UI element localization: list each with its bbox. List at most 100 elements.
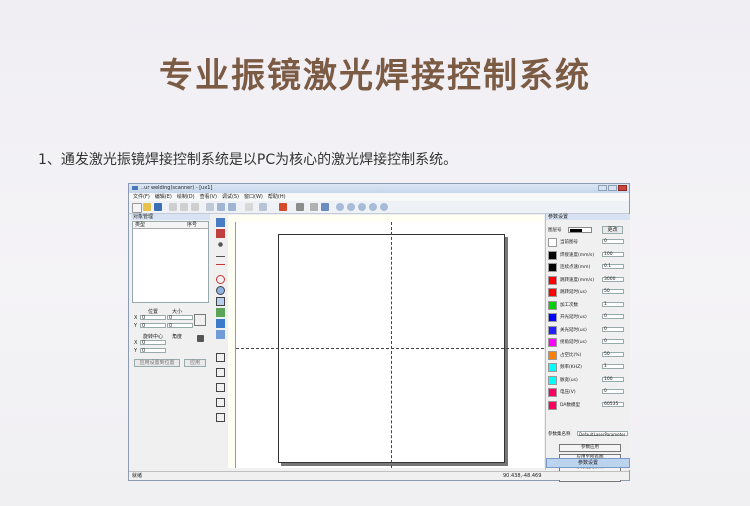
param-value-field[interactable]: 1 xyxy=(602,301,624,307)
param-value-field[interactable]: 0 xyxy=(602,314,624,319)
text-tool-icon[interactable] xyxy=(216,319,225,328)
param-color-swatch[interactable] xyxy=(548,263,557,272)
polyline-tool-icon[interactable] xyxy=(216,264,225,274)
layer-label: 图层号 xyxy=(548,228,562,233)
align-left-icon[interactable] xyxy=(216,353,225,362)
param-value-field[interactable]: 100 xyxy=(602,376,624,382)
layer-select[interactable] xyxy=(568,227,592,233)
menu-file[interactable]: 文件(F) xyxy=(133,193,150,201)
menu-debug[interactable]: 调试(S) xyxy=(222,193,239,201)
rotate-y-field[interactable]: 0 xyxy=(140,348,166,354)
param-apply-button[interactable]: 参数应用 xyxy=(559,444,621,452)
lock-icon[interactable] xyxy=(197,335,204,342)
export-icon[interactable] xyxy=(321,203,329,211)
tab-param-settings[interactable]: 参数设置 xyxy=(546,458,630,468)
param-color-swatch[interactable] xyxy=(548,400,557,410)
menu-bar: 文件(F) 编辑(E) 绘制(D) 查看(V) 调试(S) 窗口(W) 帮助(H… xyxy=(129,193,629,201)
param-value-field[interactable]: 1 xyxy=(602,364,624,369)
param-color-swatch[interactable] xyxy=(548,238,557,247)
param-label: 跳转速度(mm/s) xyxy=(560,277,595,283)
param-value-field[interactable]: 0 xyxy=(602,239,624,244)
zoom-select-icon[interactable] xyxy=(380,203,388,211)
anchor-grid-icon[interactable] xyxy=(194,314,206,326)
param-value-field[interactable]: 0 xyxy=(602,326,624,332)
align-center-icon[interactable] xyxy=(216,368,225,377)
camera-icon[interactable] xyxy=(296,203,304,211)
param-color-swatch[interactable] xyxy=(548,388,557,397)
param-value-field[interactable]: 50 xyxy=(602,289,624,294)
param-value-field[interactable]: 50 xyxy=(602,351,624,357)
change-button[interactable]: 更改 xyxy=(602,226,623,234)
delete-icon[interactable] xyxy=(206,203,214,211)
object-list[interactable]: 类型 序号 xyxy=(132,221,209,303)
app-icon xyxy=(132,186,138,190)
minimize-icon[interactable] xyxy=(598,185,607,191)
param-color-swatch[interactable] xyxy=(548,325,557,335)
param-value-field[interactable]: 0.1 xyxy=(602,264,624,269)
open-folder-icon[interactable] xyxy=(143,203,151,211)
param-value-field[interactable]: 60535 xyxy=(602,401,624,407)
select-tool-icon[interactable] xyxy=(216,218,225,227)
group-icon[interactable] xyxy=(216,413,225,422)
param-label: 频率(KHZ) xyxy=(560,365,582,370)
param-color-swatch[interactable] xyxy=(548,375,557,385)
save-icon[interactable] xyxy=(154,203,162,211)
zoom-fit-icon[interactable] xyxy=(358,203,366,211)
cursor-coords: 90.438,-48.469 xyxy=(503,473,542,479)
close-icon[interactable] xyxy=(618,185,627,191)
circle-tool-icon[interactable] xyxy=(216,275,225,284)
menu-help[interactable]: 帮助(H) xyxy=(268,193,286,201)
param-label: 连续点速(mm) xyxy=(560,265,591,270)
maximize-icon[interactable] xyxy=(608,185,617,191)
paste-icon[interactable] xyxy=(191,203,199,211)
zoom-out-icon[interactable] xyxy=(347,203,355,211)
param-color-swatch[interactable] xyxy=(548,288,557,297)
ellipse-tool-icon[interactable] xyxy=(216,286,225,295)
param-value-field[interactable]: 0 xyxy=(602,389,624,394)
param-color-swatch[interactable] xyxy=(548,275,557,285)
redo-icon[interactable] xyxy=(228,203,236,211)
rotate-x-field[interactable]: 0 xyxy=(140,340,166,346)
zoom-in-icon[interactable] xyxy=(336,203,344,211)
width-field[interactable]: 0 xyxy=(167,315,193,321)
image-icon[interactable] xyxy=(310,203,318,211)
zoom-all-icon[interactable] xyxy=(369,203,377,211)
param-value-field[interactable]: 0 xyxy=(602,339,624,344)
apply-to-position-button[interactable]: 应用设置到位置 xyxy=(134,359,180,367)
param-value-field[interactable]: 100 xyxy=(602,251,624,257)
param-color-swatch[interactable] xyxy=(548,363,557,372)
height-field[interactable]: 0 xyxy=(167,323,193,329)
menu-draw[interactable]: 绘制(D) xyxy=(177,193,195,201)
menu-edit[interactable]: 编辑(E) xyxy=(155,193,172,201)
param-name-field[interactable]: DefaultLaserParameter xyxy=(577,431,628,437)
image-tool-icon[interactable] xyxy=(216,308,225,317)
param-color-swatch[interactable] xyxy=(548,250,557,260)
param-color-swatch[interactable] xyxy=(548,338,557,347)
align-right-icon[interactable] xyxy=(216,383,225,392)
new-file-icon[interactable] xyxy=(132,203,142,213)
distribute-icon[interactable] xyxy=(216,398,225,407)
line-tool-icon[interactable] xyxy=(216,251,225,257)
array-tool-icon[interactable] xyxy=(216,330,225,339)
copy-icon[interactable] xyxy=(180,203,188,211)
rect-tool-icon[interactable] xyxy=(216,297,225,306)
param-color-swatch[interactable] xyxy=(548,350,557,360)
cut-icon[interactable] xyxy=(169,203,177,211)
node-edit-icon[interactable] xyxy=(216,229,225,238)
apply-button[interactable]: 应用 xyxy=(184,359,206,367)
pos-x-field[interactable]: 0 xyxy=(140,315,166,321)
param-value-field[interactable]: 3000 xyxy=(602,276,624,282)
col-index[interactable]: 序号 xyxy=(187,222,197,228)
laser-icon[interactable] xyxy=(279,203,287,211)
pos-y-field[interactable]: 0 xyxy=(140,323,166,329)
menu-window[interactable]: 窗口(W) xyxy=(244,193,263,201)
param-color-swatch[interactable] xyxy=(548,300,557,310)
grid-icon[interactable] xyxy=(245,203,253,211)
param-panel: 参数设置 图层号 更改 参数集名称 DefaultLaserParameter … xyxy=(545,214,630,482)
param-color-swatch[interactable] xyxy=(548,313,557,322)
align-icon[interactable] xyxy=(259,203,267,211)
menu-view[interactable]: 查看(V) xyxy=(200,193,217,201)
col-type[interactable]: 类型 xyxy=(133,222,187,228)
point-tool-icon[interactable] xyxy=(218,242,223,247)
undo-icon[interactable] xyxy=(217,203,225,211)
